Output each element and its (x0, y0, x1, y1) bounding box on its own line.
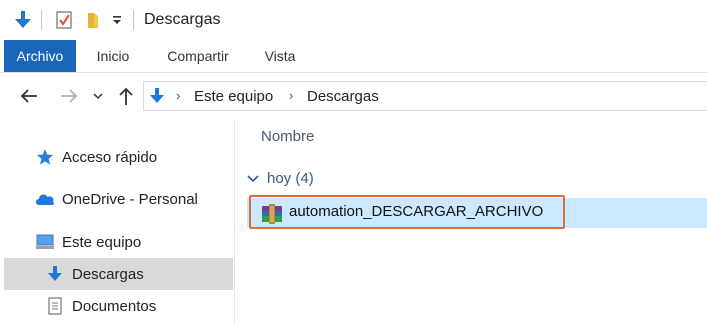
cloud-icon (34, 189, 56, 209)
ribbon-tabs: Archivo Inicio Compartir Vista (0, 40, 707, 73)
address-bar[interactable]: › Este equipo › Descargas (143, 81, 707, 111)
sidebar-item-label: Este equipo (62, 233, 142, 251)
star-icon (34, 147, 56, 167)
breadcrumb-chevron-icon[interactable]: › (176, 88, 180, 103)
tab-vista[interactable]: Vista (252, 40, 308, 72)
tab-archivo[interactable]: Archivo (4, 40, 76, 72)
breadcrumb-chevron-icon[interactable]: › (289, 88, 293, 103)
group-header[interactable]: hoy (4) (247, 170, 314, 187)
download-arrow-icon (149, 87, 165, 110)
navigation-bar: › Este equipo › Descargas (0, 73, 707, 119)
highlight-box (249, 195, 565, 229)
chevron-down-icon[interactable] (247, 172, 259, 186)
sidebar-item-este-equipo[interactable]: Este equipo (4, 226, 233, 258)
recent-locations-chevron-icon[interactable] (90, 84, 106, 108)
sidebar-item-label: OneDrive - Personal (62, 190, 198, 208)
forward-arrow-icon[interactable] (56, 84, 82, 108)
column-header-nombre[interactable]: Nombre (261, 128, 314, 145)
new-folder-icon[interactable] (82, 9, 104, 31)
navigation-pane: Acceso rápido OneDrive - Personal Este e… (0, 120, 235, 324)
sidebar-item-onedrive[interactable]: OneDrive - Personal (4, 183, 233, 215)
tab-compartir[interactable]: Compartir (154, 40, 242, 72)
sidebar-item-documentos[interactable]: Documentos (4, 290, 233, 322)
computer-icon (34, 232, 56, 252)
download-arrow-icon (44, 264, 66, 284)
window-title: Descargas (144, 11, 221, 28)
tab-inicio[interactable]: Inicio (82, 40, 144, 72)
up-arrow-icon[interactable] (114, 84, 138, 108)
back-arrow-icon[interactable] (16, 84, 42, 108)
properties-checkbox-icon[interactable] (52, 9, 76, 31)
group-label: hoy (4) (267, 170, 314, 187)
breadcrumb-descargas[interactable]: Descargas (307, 88, 379, 105)
download-arrow-icon[interactable] (10, 9, 36, 31)
customize-dropdown-icon[interactable] (108, 9, 126, 31)
sidebar-item-label: Acceso rápido (62, 148, 158, 166)
sidebar-item-acceso-rapido[interactable]: Acceso rápido (4, 141, 233, 173)
breadcrumb-este-equipo[interactable]: Este equipo (194, 88, 273, 105)
separator (41, 10, 42, 30)
sidebar-item-label: Documentos (72, 297, 157, 315)
file-list-pane: Nombre hoy (4) automation_DESCARGAR_ARCH… (235, 120, 707, 324)
sidebar-item-descargas[interactable]: Descargas (4, 258, 233, 290)
sidebar-item-label: Descargas (72, 265, 144, 283)
separator (133, 10, 134, 30)
document-icon (44, 296, 66, 316)
title-bar: Descargas (0, 0, 707, 40)
